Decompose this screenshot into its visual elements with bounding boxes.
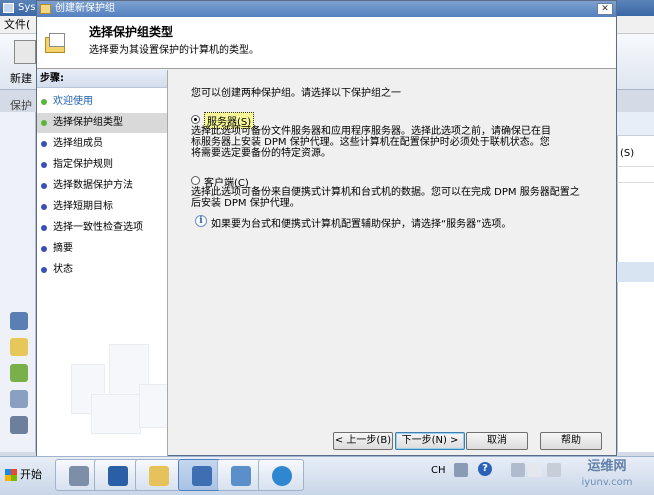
language-indicator[interactable]: CH: [431, 465, 446, 476]
dialog-content: 您可以创建两种保护组。请选择以下保护组之一 服务器(S) 选择此选项可备份文件服…: [169, 70, 616, 424]
reporting-icon[interactable]: [10, 390, 28, 408]
page-title: 选择保护组类型: [89, 25, 174, 39]
step-short-term-goals[interactable]: 选择短期目标: [37, 197, 167, 217]
new-button[interactable]: 新建: [10, 70, 32, 86]
start-button[interactable]: 开始: [2, 462, 42, 488]
step-status[interactable]: 状态: [37, 260, 167, 280]
step-label: 选择保护组类型: [53, 117, 123, 128]
step-status-icon: [41, 183, 47, 189]
step-welcome[interactable]: 欢迎使用: [37, 92, 167, 112]
protect-tab[interactable]: 保护: [10, 97, 32, 113]
step-label: 摘要: [53, 243, 73, 254]
step-status-icon: [41, 246, 47, 252]
background-list-header: [617, 112, 654, 136]
recovery-icon[interactable]: [10, 364, 28, 382]
management-icon[interactable]: [10, 416, 28, 434]
menu-file[interactable]: 文件(: [4, 18, 30, 31]
network-icon[interactable]: [547, 463, 561, 477]
step-data-protection-method[interactable]: 选择数据保护方法: [37, 176, 167, 196]
steps-heading: 步骤:: [37, 70, 167, 88]
client-option-description: 选择此选项可备份来自便携式计算机和台式机的数据。您可以在完成 DPM 服务器配置…: [191, 187, 580, 209]
step-status-icon: [41, 120, 47, 126]
dialog-title: 创建新保护组: [55, 3, 115, 14]
dialog-icon: [40, 4, 51, 14]
info-icon: i: [195, 215, 207, 227]
intro-text: 您可以创建两种保护组。请选择以下保护组之一: [191, 88, 401, 99]
server-option-description: 选择此选项可备份文件服务器和应用程序服务器。选择此选项之前，请确保已在目标服务器…: [191, 126, 551, 159]
info-text: 如果要为台式和便携式计算机配置辅助保护，请选择“服务器”选项。: [211, 219, 512, 230]
taskbar-explorer[interactable]: [135, 459, 181, 491]
divider: [617, 182, 654, 183]
site-watermark-logo: 运维网 iyunv.com: [581, 459, 633, 488]
page-subtitle: 选择要为其设置保护的计算机的类型。: [89, 45, 259, 56]
folder-icon: [149, 466, 169, 486]
background-selected-row[interactable]: [617, 262, 654, 282]
protection-icon[interactable]: [10, 338, 28, 356]
start-label: 开始: [20, 468, 42, 481]
close-icon[interactable]: ✕: [597, 3, 613, 15]
tray-arrow-icon[interactable]: [511, 463, 525, 477]
background-app-title: Sys: [18, 2, 36, 13]
step-status-icon: [41, 99, 47, 105]
dialog-titlebar: 创建新保护组 ✕: [37, 1, 616, 17]
step-status-icon: [41, 204, 47, 210]
taskbar-remote-desktop[interactable]: [217, 459, 263, 491]
step-label: 指定保护规则: [53, 159, 113, 170]
background-list-pane: [617, 112, 654, 452]
background-column-header[interactable]: (S): [620, 148, 634, 159]
taskbar-internet-explorer[interactable]: [258, 459, 304, 491]
next-button[interactable]: 下一步(N) >: [395, 432, 465, 450]
steps-panel: 步骤: 欢迎使用 选择保护组类型 选择组成员 指定保护规则 选择数据保护方法 选…: [37, 70, 168, 456]
step-summary[interactable]: 摘要: [37, 239, 167, 259]
help-button[interactable]: 帮助: [540, 432, 602, 450]
windows-logo-icon: [5, 469, 17, 481]
app-icon: [3, 3, 14, 13]
folder-icon: [45, 33, 69, 55]
step-protection-rules[interactable]: 指定保护规则: [37, 155, 167, 175]
flag-icon[interactable]: [528, 463, 542, 477]
monitoring-icon[interactable]: [10, 312, 28, 330]
divider: [617, 166, 654, 167]
servers-watermark-graphic: [61, 334, 167, 444]
step-label: 状态: [53, 264, 73, 275]
step-label: 选择数据保护方法: [53, 180, 133, 191]
dialog-header: 选择保护组类型 选择要为其设置保护的计算机的类型。: [37, 17, 616, 69]
step-label: 选择短期目标: [53, 201, 113, 212]
step-status-icon: [41, 267, 47, 273]
back-button[interactable]: < 上一步(B): [333, 432, 393, 450]
help-icon[interactable]: ?: [478, 462, 492, 476]
create-protection-group-dialog: 创建新保护组 ✕ 选择保护组类型 选择要为其设置保护的计算机的类型。 步骤: 欢…: [36, 0, 617, 456]
step-status-icon: [41, 141, 47, 147]
remote-desktop-icon: [231, 466, 251, 486]
dpm-icon: [192, 466, 212, 486]
step-select-group-type[interactable]: 选择保护组类型: [37, 113, 167, 133]
internet-explorer-icon: [272, 466, 292, 486]
step-label: 选择一致性检查选项: [53, 222, 143, 233]
new-icon[interactable]: [14, 40, 36, 64]
step-select-members[interactable]: 选择组成员: [37, 134, 167, 154]
server-manager-icon: [69, 466, 89, 486]
client-radio[interactable]: [191, 176, 200, 185]
server-radio[interactable]: [191, 115, 200, 124]
background-nav-pane: [0, 112, 36, 452]
powershell-icon: [108, 466, 128, 486]
keyboard-icon[interactable]: [454, 463, 468, 477]
taskbar-powershell[interactable]: [94, 459, 140, 491]
step-status-icon: [41, 162, 47, 168]
cancel-button[interactable]: 取消: [466, 432, 528, 450]
step-label: 选择组成员: [53, 138, 103, 149]
step-status-icon: [41, 225, 47, 231]
step-consistency-check[interactable]: 选择一致性检查选项: [37, 218, 167, 238]
step-label: 欢迎使用: [53, 96, 93, 107]
